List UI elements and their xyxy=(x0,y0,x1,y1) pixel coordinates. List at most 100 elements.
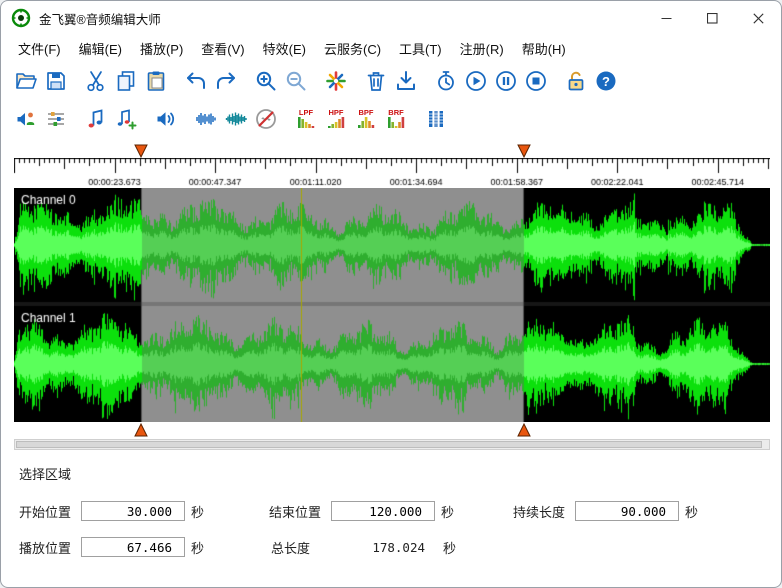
speaker-icon xyxy=(154,107,178,131)
selection-end-marker-bottom[interactable] xyxy=(517,423,531,437)
stop-icon xyxy=(524,69,548,93)
timer-icon xyxy=(434,69,458,93)
music-note-icon xyxy=(84,107,108,131)
menu-item-1[interactable]: 编辑(E) xyxy=(70,36,131,61)
duration-label: 持续长度 xyxy=(513,502,575,521)
window-controls xyxy=(643,1,781,35)
end-position-input[interactable] xyxy=(331,501,435,521)
bottom-marker-strip xyxy=(14,422,770,437)
duration-input[interactable] xyxy=(575,501,679,521)
waveform-button[interactable] xyxy=(191,104,221,134)
menu-item-0[interactable]: 文件(F) xyxy=(9,36,70,61)
duration-field: 持续长度 秒 xyxy=(513,501,763,521)
redo-button[interactable] xyxy=(211,66,241,96)
menu-bar: 文件(F)编辑(E)播放(P)查看(V)特效(E)云服务(C)工具(T)注册(R… xyxy=(1,35,781,61)
level-meter-button[interactable] xyxy=(421,104,451,134)
total-length-unit: 秒 xyxy=(443,538,456,557)
delete-button[interactable] xyxy=(361,66,391,96)
play-button[interactable] xyxy=(461,66,491,96)
duration-unit: 秒 xyxy=(685,502,698,521)
scrollbar-thumb[interactable] xyxy=(16,441,762,448)
play-position-field: 播放位置秒 xyxy=(19,537,271,557)
voice-button[interactable] xyxy=(11,104,41,134)
menu-item-2[interactable]: 播放(P) xyxy=(131,36,192,61)
title-bar: 金飞翼®音频编辑大师 xyxy=(1,1,781,35)
timer-button[interactable] xyxy=(431,66,461,96)
app-window: 金飞翼®音频编辑大师 文件(F)编辑(E)播放(P)查看(V)特效(E)云服务(… xyxy=(0,0,782,588)
mixer-icon xyxy=(44,107,68,131)
menu-item-4[interactable]: 特效(E) xyxy=(254,36,315,61)
zoom-in-button[interactable] xyxy=(251,66,281,96)
start-position-field: 开始位置秒 xyxy=(19,501,269,521)
download-button[interactable] xyxy=(391,66,421,96)
fields-row-1: 播放位置秒总长度178.024 秒 xyxy=(19,537,763,557)
selection-fields: 开始位置秒结束位置秒持续长度秒播放位置秒总长度178.024秒 xyxy=(19,501,763,557)
selection-start-marker-bottom[interactable] xyxy=(134,423,148,437)
music-notes-button[interactable] xyxy=(111,104,141,134)
effects-button[interactable] xyxy=(321,66,351,96)
undo-button[interactable] xyxy=(181,66,211,96)
level-meter-icon xyxy=(424,107,448,131)
brf-icon: BRF xyxy=(384,107,408,131)
voice-icon xyxy=(14,107,38,131)
bpf-button[interactable]: BPF xyxy=(351,104,381,134)
mute-button[interactable] xyxy=(251,104,281,134)
cut-icon xyxy=(84,69,108,93)
save-button[interactable] xyxy=(41,66,71,96)
download-icon xyxy=(394,69,418,93)
lpf-button[interactable]: LPF xyxy=(291,104,321,134)
pause-button[interactable] xyxy=(491,66,521,96)
paste-icon xyxy=(144,69,168,93)
hpf-button[interactable]: HPF xyxy=(321,104,351,134)
speaker-button[interactable] xyxy=(151,104,181,134)
menu-item-6[interactable]: 工具(T) xyxy=(390,36,451,61)
effects-icon xyxy=(324,69,348,93)
waveform-icon xyxy=(194,107,218,131)
zoom-in-icon xyxy=(254,69,278,93)
stop-button[interactable] xyxy=(521,66,551,96)
toolbar-main: ? xyxy=(1,61,781,101)
unlock-button[interactable] xyxy=(561,66,591,96)
maximize-button[interactable] xyxy=(689,1,735,35)
selection-panel-title: 选择区域 xyxy=(19,464,763,483)
total-length-label: 总长度 xyxy=(271,538,333,557)
play-position-label: 播放位置 xyxy=(19,538,81,557)
svg-text:LPF: LPF xyxy=(299,108,314,117)
bpf-icon: BPF xyxy=(354,107,378,131)
open-folder-icon xyxy=(14,69,38,93)
minimize-button[interactable] xyxy=(643,1,689,35)
start-position-input[interactable] xyxy=(81,501,185,521)
mixer-button[interactable] xyxy=(41,104,71,134)
open-folder-button[interactable] xyxy=(11,66,41,96)
cut-button[interactable] xyxy=(81,66,111,96)
play-position-input[interactable] xyxy=(81,537,185,557)
selection-end-marker-top[interactable] xyxy=(517,144,531,158)
music-note-button[interactable] xyxy=(81,104,111,134)
end-position-field: 结束位置 秒 xyxy=(269,501,513,521)
copy-button[interactable] xyxy=(111,66,141,96)
close-button[interactable] xyxy=(735,1,781,35)
menu-item-5[interactable]: 云服务(C) xyxy=(315,36,390,61)
help-button[interactable]: ? xyxy=(591,66,621,96)
spectrum-button[interactable] xyxy=(221,104,251,134)
fields-row-0: 开始位置秒结束位置 秒 持续长度 秒 xyxy=(19,501,763,521)
total-length-field: 总长度178.024 秒 xyxy=(271,538,517,557)
brf-button[interactable]: BRF xyxy=(381,104,411,134)
svg-text:BPF: BPF xyxy=(359,108,374,117)
zoom-out-button[interactable] xyxy=(281,66,311,96)
menu-item-3[interactable]: 查看(V) xyxy=(192,36,253,61)
menu-item-8[interactable]: 帮助(H) xyxy=(513,36,575,61)
menu-item-7[interactable]: 注册(R) xyxy=(451,36,513,61)
waveform-display[interactable] xyxy=(14,188,770,422)
svg-text:?: ? xyxy=(602,74,610,89)
end-position-label: 结束位置 xyxy=(269,502,331,521)
horizontal-scrollbar[interactable] xyxy=(14,439,770,450)
mute-icon xyxy=(254,107,278,131)
selection-start-marker-top[interactable] xyxy=(134,144,148,158)
delete-icon xyxy=(364,69,388,93)
paste-button[interactable] xyxy=(141,66,171,96)
end-position-unit: 秒 xyxy=(441,502,454,521)
total-length-value: 178.024 xyxy=(333,540,437,555)
maximize-icon xyxy=(707,13,718,24)
timeline-ruler[interactable] xyxy=(14,158,770,188)
